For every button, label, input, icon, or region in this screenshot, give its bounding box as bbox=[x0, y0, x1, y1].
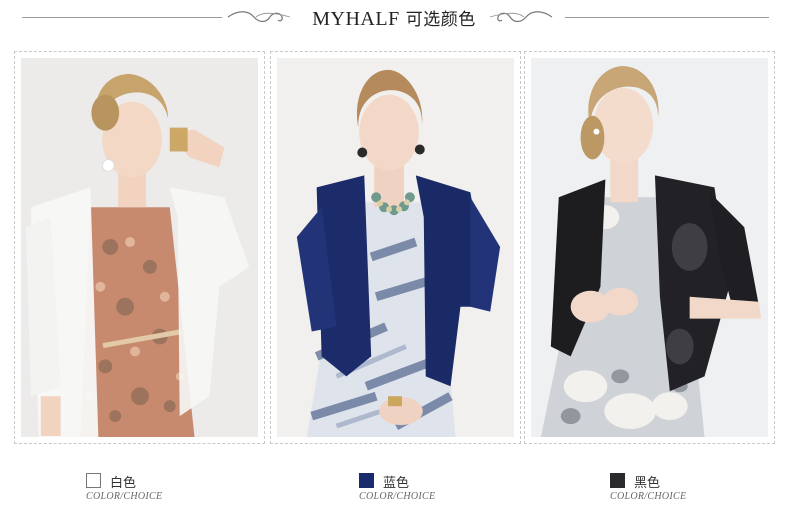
flourish-right-icon bbox=[489, 11, 553, 23]
color-name-white: 白色 bbox=[110, 476, 137, 491]
model-navy-illustration bbox=[277, 58, 514, 437]
flourish-left-icon bbox=[227, 11, 291, 23]
product-photo-navy[interactable] bbox=[277, 58, 514, 437]
color-name-navy: 蓝色 bbox=[383, 476, 410, 491]
section-header: MYHALF 可选颜色 bbox=[0, 0, 790, 36]
swatch-white[interactable] bbox=[86, 473, 101, 488]
brand-name: MYHALF bbox=[312, 8, 400, 30]
color-name-black: 黑色 bbox=[634, 476, 661, 491]
model-black-illustration bbox=[531, 58, 768, 437]
product-card-navy[interactable] bbox=[270, 51, 521, 444]
page-title: MYHALF 可选颜色 bbox=[306, 5, 482, 31]
header-divider-right bbox=[565, 17, 769, 18]
swatch-black[interactable] bbox=[610, 473, 625, 488]
header-divider-left bbox=[22, 17, 222, 18]
color-choice-caption: COLOR/CHOICE bbox=[610, 491, 687, 502]
title-subtitle: 可选颜色 bbox=[405, 10, 476, 30]
product-card-white[interactable] bbox=[14, 51, 265, 444]
product-photo-black[interactable] bbox=[531, 58, 768, 437]
model-white-illustration bbox=[21, 58, 258, 437]
color-choice-caption: COLOR/CHOICE bbox=[86, 491, 163, 502]
color-choice-caption: COLOR/CHOICE bbox=[359, 491, 436, 502]
product-card-black[interactable] bbox=[524, 51, 775, 444]
swatch-navy[interactable] bbox=[359, 473, 374, 488]
product-photo-white[interactable] bbox=[21, 58, 258, 437]
